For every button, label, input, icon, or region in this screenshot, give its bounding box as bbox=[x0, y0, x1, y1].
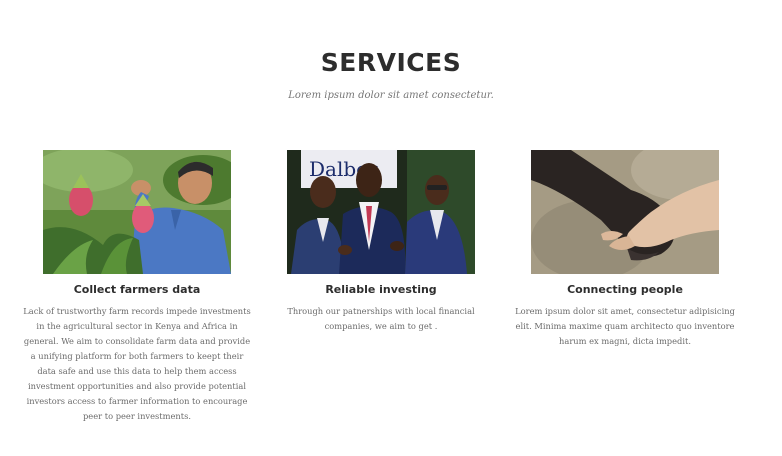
handshake-photo bbox=[531, 150, 719, 274]
service-description: Lack of trustworthy farm records impede … bbox=[23, 306, 251, 421]
service-title: Collect farmers data bbox=[73, 283, 201, 296]
farmer-photo bbox=[43, 150, 231, 274]
service-card-collect-data: Collect farmers data Lack of trustworthy… bbox=[19, 150, 255, 424]
service-card-connecting-people: Connecting people Lorem ipsum dolor sit … bbox=[507, 150, 743, 349]
service-card-reliable-investing: Dalber Reliable investing Through our pa… bbox=[263, 150, 499, 334]
section-subtitle: Lorem ipsum dolor sit amet consectetur. bbox=[288, 90, 494, 101]
business-meeting-photo: Dalber bbox=[287, 150, 475, 274]
service-description: Lorem ipsum dolor sit amet, consectetur … bbox=[515, 306, 735, 346]
section-title: SERVICES bbox=[320, 48, 462, 77]
service-title: Connecting people bbox=[567, 283, 683, 296]
service-title: Reliable investing bbox=[325, 283, 437, 296]
service-description: Through our patnerships with local finan… bbox=[287, 306, 475, 331]
